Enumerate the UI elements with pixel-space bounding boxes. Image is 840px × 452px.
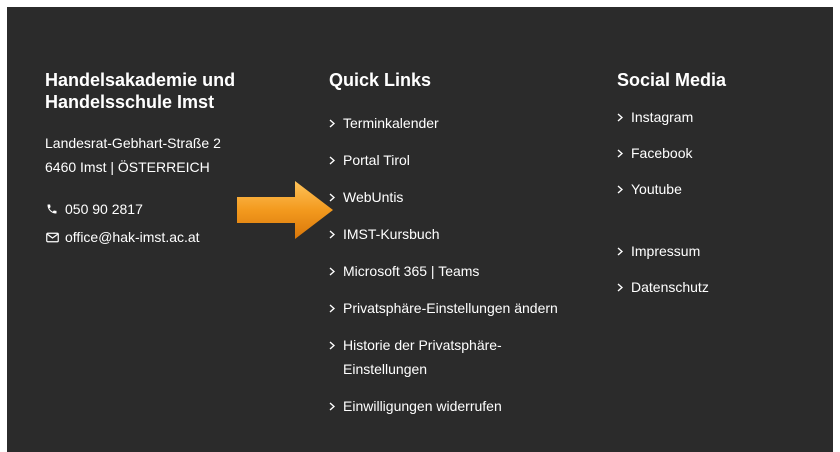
- quick-link-label: Historie der Privatsphäre- Einstellungen: [343, 333, 502, 381]
- quick-link-webuntis[interactable]: WebUntis: [329, 185, 609, 209]
- social-link-facebook[interactable]: Facebook: [617, 141, 817, 165]
- chevron-right-icon: [329, 296, 343, 320]
- quick-link-label: Einwilligungen widerrufen: [343, 398, 502, 414]
- chevron-right-icon: [329, 259, 343, 283]
- email-address: office@hak-imst.ac.at: [65, 229, 200, 245]
- social-link-label: Facebook: [631, 145, 693, 161]
- quick-link-label: Privatsphäre-Einstellungen ändern: [343, 300, 558, 316]
- quick-link-privacy-settings[interactable]: Privatsphäre-Einstellungen ändern: [329, 296, 609, 320]
- school-title-line2: Handelsschule Imst: [45, 92, 215, 112]
- social-media-heading: Social Media: [617, 70, 727, 90]
- social-media: Social Media Instagram Facebook Youtube: [617, 69, 817, 311]
- quick-link-label: WebUntis: [343, 189, 404, 205]
- social-media-list: Instagram Facebook Youtube: [617, 105, 817, 201]
- quick-link-label-line2: Einstellungen: [343, 361, 428, 377]
- site-footer: Handelsakademie und Handelsschule Imst L…: [7, 7, 833, 452]
- social-link-youtube[interactable]: Youtube: [617, 177, 817, 201]
- quick-links: Quick Links Terminkalender Portal Tirol …: [329, 69, 609, 431]
- phone-number: 050 90 2817: [65, 201, 143, 217]
- legal-link-impressum[interactable]: Impressum: [617, 239, 817, 263]
- legal-link-label: Impressum: [631, 243, 701, 259]
- chevron-right-icon: [329, 111, 343, 135]
- chevron-right-icon: [617, 141, 631, 165]
- school-address: Landesrat-Gebhart-Straße 2 6460 Imst | Ö…: [45, 131, 295, 179]
- social-link-instagram[interactable]: Instagram: [617, 105, 817, 129]
- quick-link-imst-kursbuch[interactable]: IMST-Kursbuch: [329, 222, 609, 246]
- social-link-label: Youtube: [631, 181, 682, 197]
- quick-link-portal-tirol[interactable]: Portal Tirol: [329, 148, 609, 172]
- mail-icon: [45, 230, 59, 244]
- school-title: Handelsakademie und Handelsschule Imst: [45, 69, 295, 113]
- chevron-right-icon: [617, 275, 631, 299]
- quick-link-terminkalender[interactable]: Terminkalender: [329, 111, 609, 135]
- quick-links-list: Terminkalender Portal Tirol WebUntis IMS…: [329, 111, 609, 418]
- legal-links-list: Impressum Datenschutz: [617, 239, 817, 299]
- phone-icon: [45, 202, 59, 216]
- quick-link-label-line1: Historie der Privatsphäre-: [343, 337, 502, 353]
- chevron-right-icon: [329, 394, 343, 418]
- quick-link-revoke-consent[interactable]: Einwilligungen widerrufen: [329, 394, 609, 418]
- chevron-right-icon: [329, 333, 343, 357]
- chevron-right-icon: [329, 148, 343, 172]
- legal-link-label: Datenschutz: [631, 279, 709, 295]
- quick-link-label: Microsoft 365 | Teams: [343, 263, 480, 279]
- school-title-line1: Handelsakademie und: [45, 70, 236, 90]
- quick-link-label: Portal Tirol: [343, 152, 410, 168]
- quick-links-heading: Quick Links: [329, 70, 432, 90]
- chevron-right-icon: [617, 177, 631, 201]
- quick-link-microsoft-365[interactable]: Microsoft 365 | Teams: [329, 259, 609, 283]
- chevron-right-icon: [617, 105, 631, 129]
- chevron-right-icon: [617, 239, 631, 263]
- legal-link-datenschutz[interactable]: Datenschutz: [617, 275, 817, 299]
- address-street: Landesrat-Gebhart-Straße 2: [45, 135, 221, 151]
- quick-link-label: Terminkalender: [343, 115, 439, 131]
- address-city: 6460 Imst | ÖSTERREICH: [45, 159, 210, 175]
- arrow-right-icon: [235, 179, 337, 241]
- quick-link-privacy-history[interactable]: Historie der Privatsphäre- Einstellungen: [329, 333, 609, 381]
- quick-link-label: IMST-Kursbuch: [343, 226, 440, 242]
- social-link-label: Instagram: [631, 109, 694, 125]
